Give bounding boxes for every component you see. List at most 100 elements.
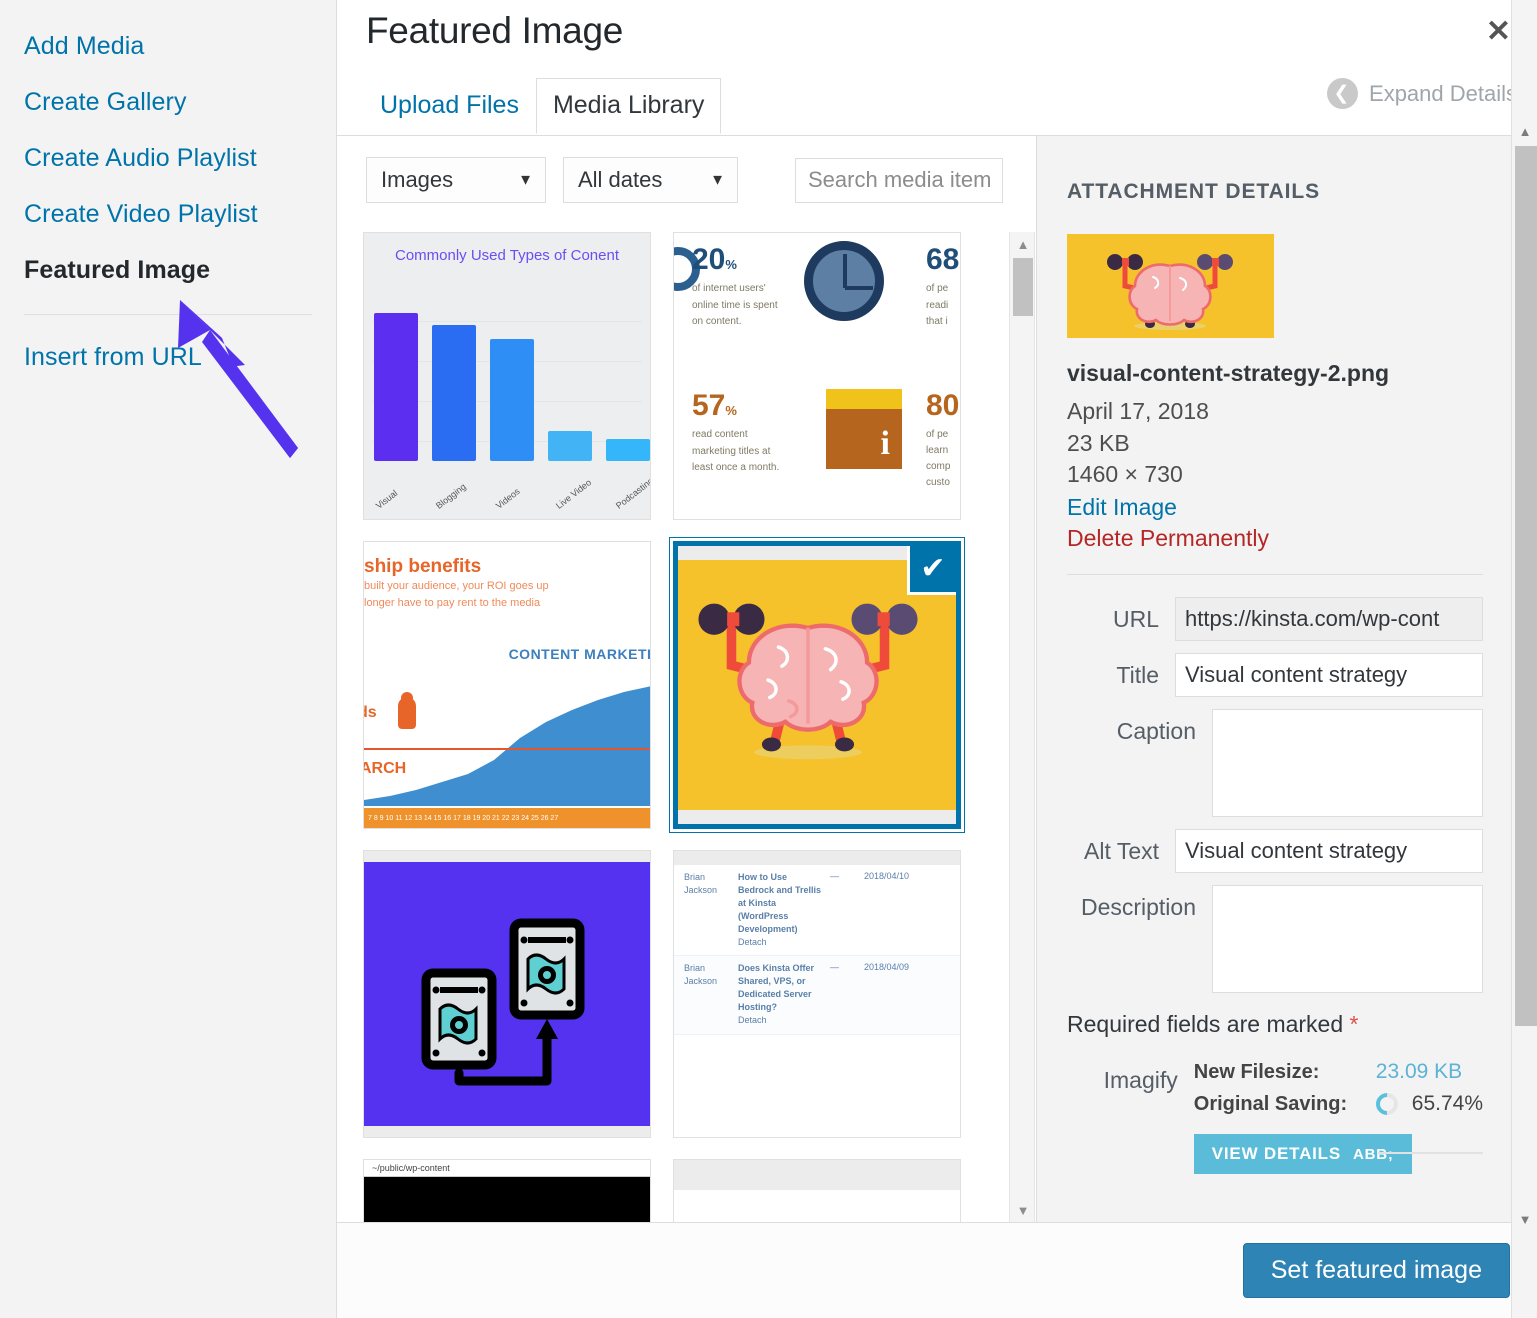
media-tabs: Upload Files Media Library (363, 78, 721, 133)
media-type-filter[interactable]: Images ▼ (366, 157, 546, 203)
tab-upload-files[interactable]: Upload Files (363, 78, 536, 133)
edit-image-link[interactable]: Edit Image (1067, 494, 1483, 521)
sidebar-item-featured-image[interactable]: Featured Image (0, 242, 336, 298)
triangle-up-icon[interactable]: ▲ (1512, 118, 1537, 144)
stat-percent: % (725, 257, 737, 272)
field-url: URL (1067, 597, 1483, 641)
cell-date: 2018/04/09 (864, 962, 928, 1027)
required-fields-text: Required fields are marked (1067, 1011, 1350, 1037)
alt-text-field[interactable] (1175, 829, 1483, 873)
table-row: Brian Jackson How to Use Bedrock and Tre… (674, 865, 960, 956)
url-field[interactable] (1175, 597, 1483, 641)
attachment-preview-thumbnail (1067, 234, 1274, 338)
sidebar-item-add-media[interactable]: Add Media (0, 18, 336, 74)
required-star: * (1350, 1011, 1359, 1037)
field-label-description: Description (1067, 885, 1212, 929)
field-label-alt-text: Alt Text (1067, 829, 1175, 873)
sidebar-item-create-video-playlist[interactable]: Create Video Playlist (0, 186, 336, 242)
stat-line: custo (926, 475, 959, 491)
stat-line: learn (926, 443, 959, 459)
stat-number: 80 (926, 389, 959, 422)
thumb-chart-bars (374, 309, 650, 461)
chevron-down-icon: ▼ (710, 172, 725, 189)
cell-date: 2018/04/10 (864, 871, 928, 949)
media-content-frame: Images ▼ All dates ▼ Commonly Used Types… (337, 135, 1537, 1222)
imagify-new-filesize-value: 23.09 KB (1376, 1060, 1462, 1084)
attachment-details-heading: ATTACHMENT DETAILS (1067, 180, 1483, 204)
thumb-artwork: ship benefits built your audience, your … (364, 542, 650, 828)
details-divider (1067, 574, 1483, 575)
thumb-subline: built your audience, your ROI goes up (364, 578, 650, 595)
media-type-filter-value: Images (381, 167, 453, 193)
media-date-filter[interactable]: All dates ▼ (563, 157, 738, 203)
sidebar-divider (24, 314, 312, 315)
media-item-server-migration[interactable] (363, 850, 651, 1138)
stat-line: on content. (692, 314, 778, 331)
page-scrollbar[interactable]: ▲ ▼ (1511, 0, 1537, 1318)
attachment-filename: visual-content-strategy-2.png (1067, 360, 1483, 387)
stat-line: of pe (926, 281, 959, 298)
close-icon[interactable]: ✕ (1486, 17, 1511, 47)
chevron-down-icon: ▼ (518, 172, 533, 189)
thumb-chart-title: Commonly Used Types of Conent (372, 247, 642, 264)
media-item-content-stats-infographic[interactable]: 20% of internet users' online time is sp… (673, 232, 961, 520)
media-item-visual-content-strategy[interactable]: ✔ (673, 541, 961, 829)
brain-dumbbell-icon (688, 574, 928, 774)
thumb-chart-label: Blogging (434, 475, 476, 511)
caption-field[interactable] (1212, 709, 1483, 817)
stat-line: of internet users' (692, 281, 778, 298)
field-caption: Caption (1067, 709, 1483, 817)
search-input[interactable] (795, 158, 1003, 203)
media-uploader-modal: Add Media Create Gallery Create Audio Pl… (0, 0, 1537, 1318)
required-fields-note: Required fields are marked * (1067, 1011, 1483, 1038)
triangle-down-icon[interactable]: ▼ (1010, 1198, 1036, 1222)
thumb-chart-label: Podcasting (614, 475, 651, 511)
stat-line: least once a month. (692, 460, 779, 477)
imagify-section: Imagify New Filesize: 23.09 KB Original … (1067, 1060, 1483, 1174)
stat-number: 68 (926, 243, 959, 276)
info-icon: i (826, 389, 902, 469)
imagify-original-saving-row: Original Saving: 65.74% (1194, 1092, 1483, 1116)
modal-footer: Set featured image (337, 1222, 1537, 1318)
brain-dumbbell-icon (1067, 234, 1274, 338)
attachment-filesize: 23 KB (1067, 428, 1483, 460)
scrollbar-thumb[interactable] (1013, 258, 1033, 316)
media-item-chart-content-types[interactable]: Commonly Used Types of Conent (363, 232, 651, 520)
stat-line: comp (926, 459, 959, 475)
check-icon: ✔ (907, 543, 959, 595)
imagify-rule (1378, 1152, 1483, 1154)
sidebar-item-insert-from-url[interactable]: Insert from URL (0, 329, 336, 385)
attachment-dimensions: 1460 × 730 (1067, 459, 1483, 491)
clock-icon (804, 241, 884, 321)
donut-progress-icon (1371, 1089, 1402, 1120)
cell-author: Brian Jackson (684, 962, 730, 1027)
triangle-up-icon[interactable]: ▲ (1010, 232, 1036, 256)
triangle-down-icon[interactable]: ▼ (1512, 1206, 1537, 1232)
title-field[interactable] (1175, 653, 1483, 697)
media-item-membership-benefits[interactable]: ship benefits built your audience, your … (363, 541, 651, 829)
thumb-label: CONTENT MARKETIN (509, 646, 650, 662)
sidebar-item-create-gallery[interactable]: Create Gallery (0, 74, 336, 130)
imagify-new-filesize-row: New Filesize: 23.09 KB (1194, 1060, 1483, 1084)
chevron-down-icon: ABB; (1353, 1146, 1394, 1163)
media-item-attachment-table[interactable]: Brian Jackson How to Use Bedrock and Tre… (673, 850, 961, 1138)
sidebar-item-create-audio-playlist[interactable]: Create Audio Playlist (0, 130, 336, 186)
table-row: Brian Jackson Does Kinsta Offer Shared, … (674, 956, 960, 1034)
media-grid-scrollbar[interactable]: ▲ ▼ (1009, 232, 1035, 1222)
page-scrollbar-thumb[interactable] (1515, 146, 1537, 1026)
field-label-title: Title (1067, 653, 1175, 697)
thumb-chart-label: Live Video (554, 475, 596, 511)
set-featured-image-button[interactable]: Set featured image (1243, 1243, 1510, 1298)
media-date-filter-value: All dates (578, 167, 662, 193)
cell-author: Brian Jackson (684, 871, 730, 949)
delete-permanently-link[interactable]: Delete Permanently (1067, 525, 1483, 552)
media-router-sidebar: Add Media Create Gallery Create Audio Pl… (0, 0, 337, 1318)
thumb-artwork (364, 851, 650, 1137)
view-details-button[interactable]: VIEW DETAILS ABB; (1194, 1134, 1412, 1174)
tab-media-library[interactable]: Media Library (536, 78, 721, 134)
view-details-label: VIEW DETAILS (1212, 1144, 1341, 1164)
thumb-area-chart (364, 686, 650, 806)
expand-details-button[interactable]: ❮ Expand Details (1327, 78, 1517, 109)
description-field[interactable] (1212, 885, 1483, 993)
thumb-chart-label: Videos (494, 475, 536, 511)
